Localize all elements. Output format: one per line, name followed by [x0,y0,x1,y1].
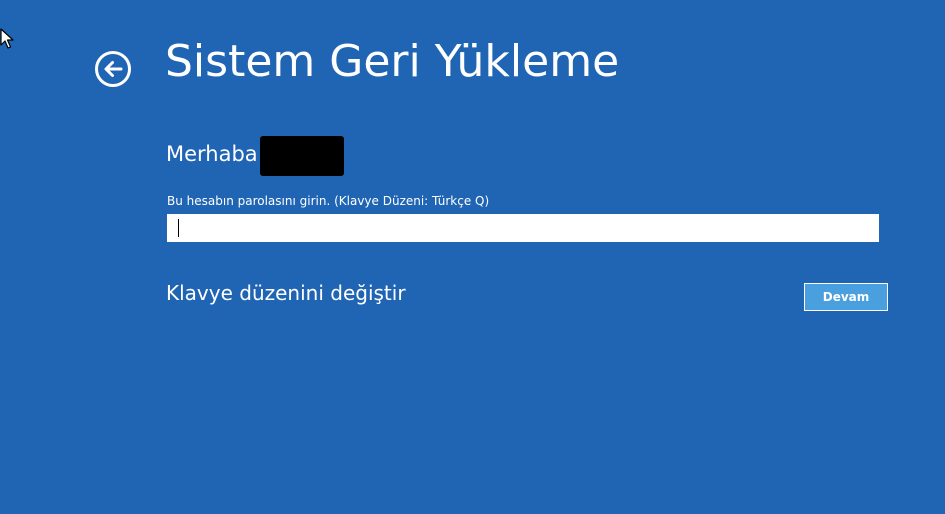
greeting-label: Merhaba [166,142,258,166]
redacted-username [259,136,344,176]
password-input[interactable] [167,214,879,242]
password-prompt-label: Bu hesabın parolasını girin. (Klavye Düz… [167,194,490,208]
continue-button[interactable]: Devam [804,283,888,311]
back-button[interactable] [94,50,132,88]
mouse-pointer-icon [0,28,16,50]
change-keyboard-layout-link[interactable]: Klavye düzenini değiştir [166,280,406,306]
page-title: Sistem Geri Yükleme [165,36,620,87]
text-caret [178,219,179,237]
back-arrow-circle-icon [95,51,131,87]
user-greeting: Merhaba [166,132,344,176]
